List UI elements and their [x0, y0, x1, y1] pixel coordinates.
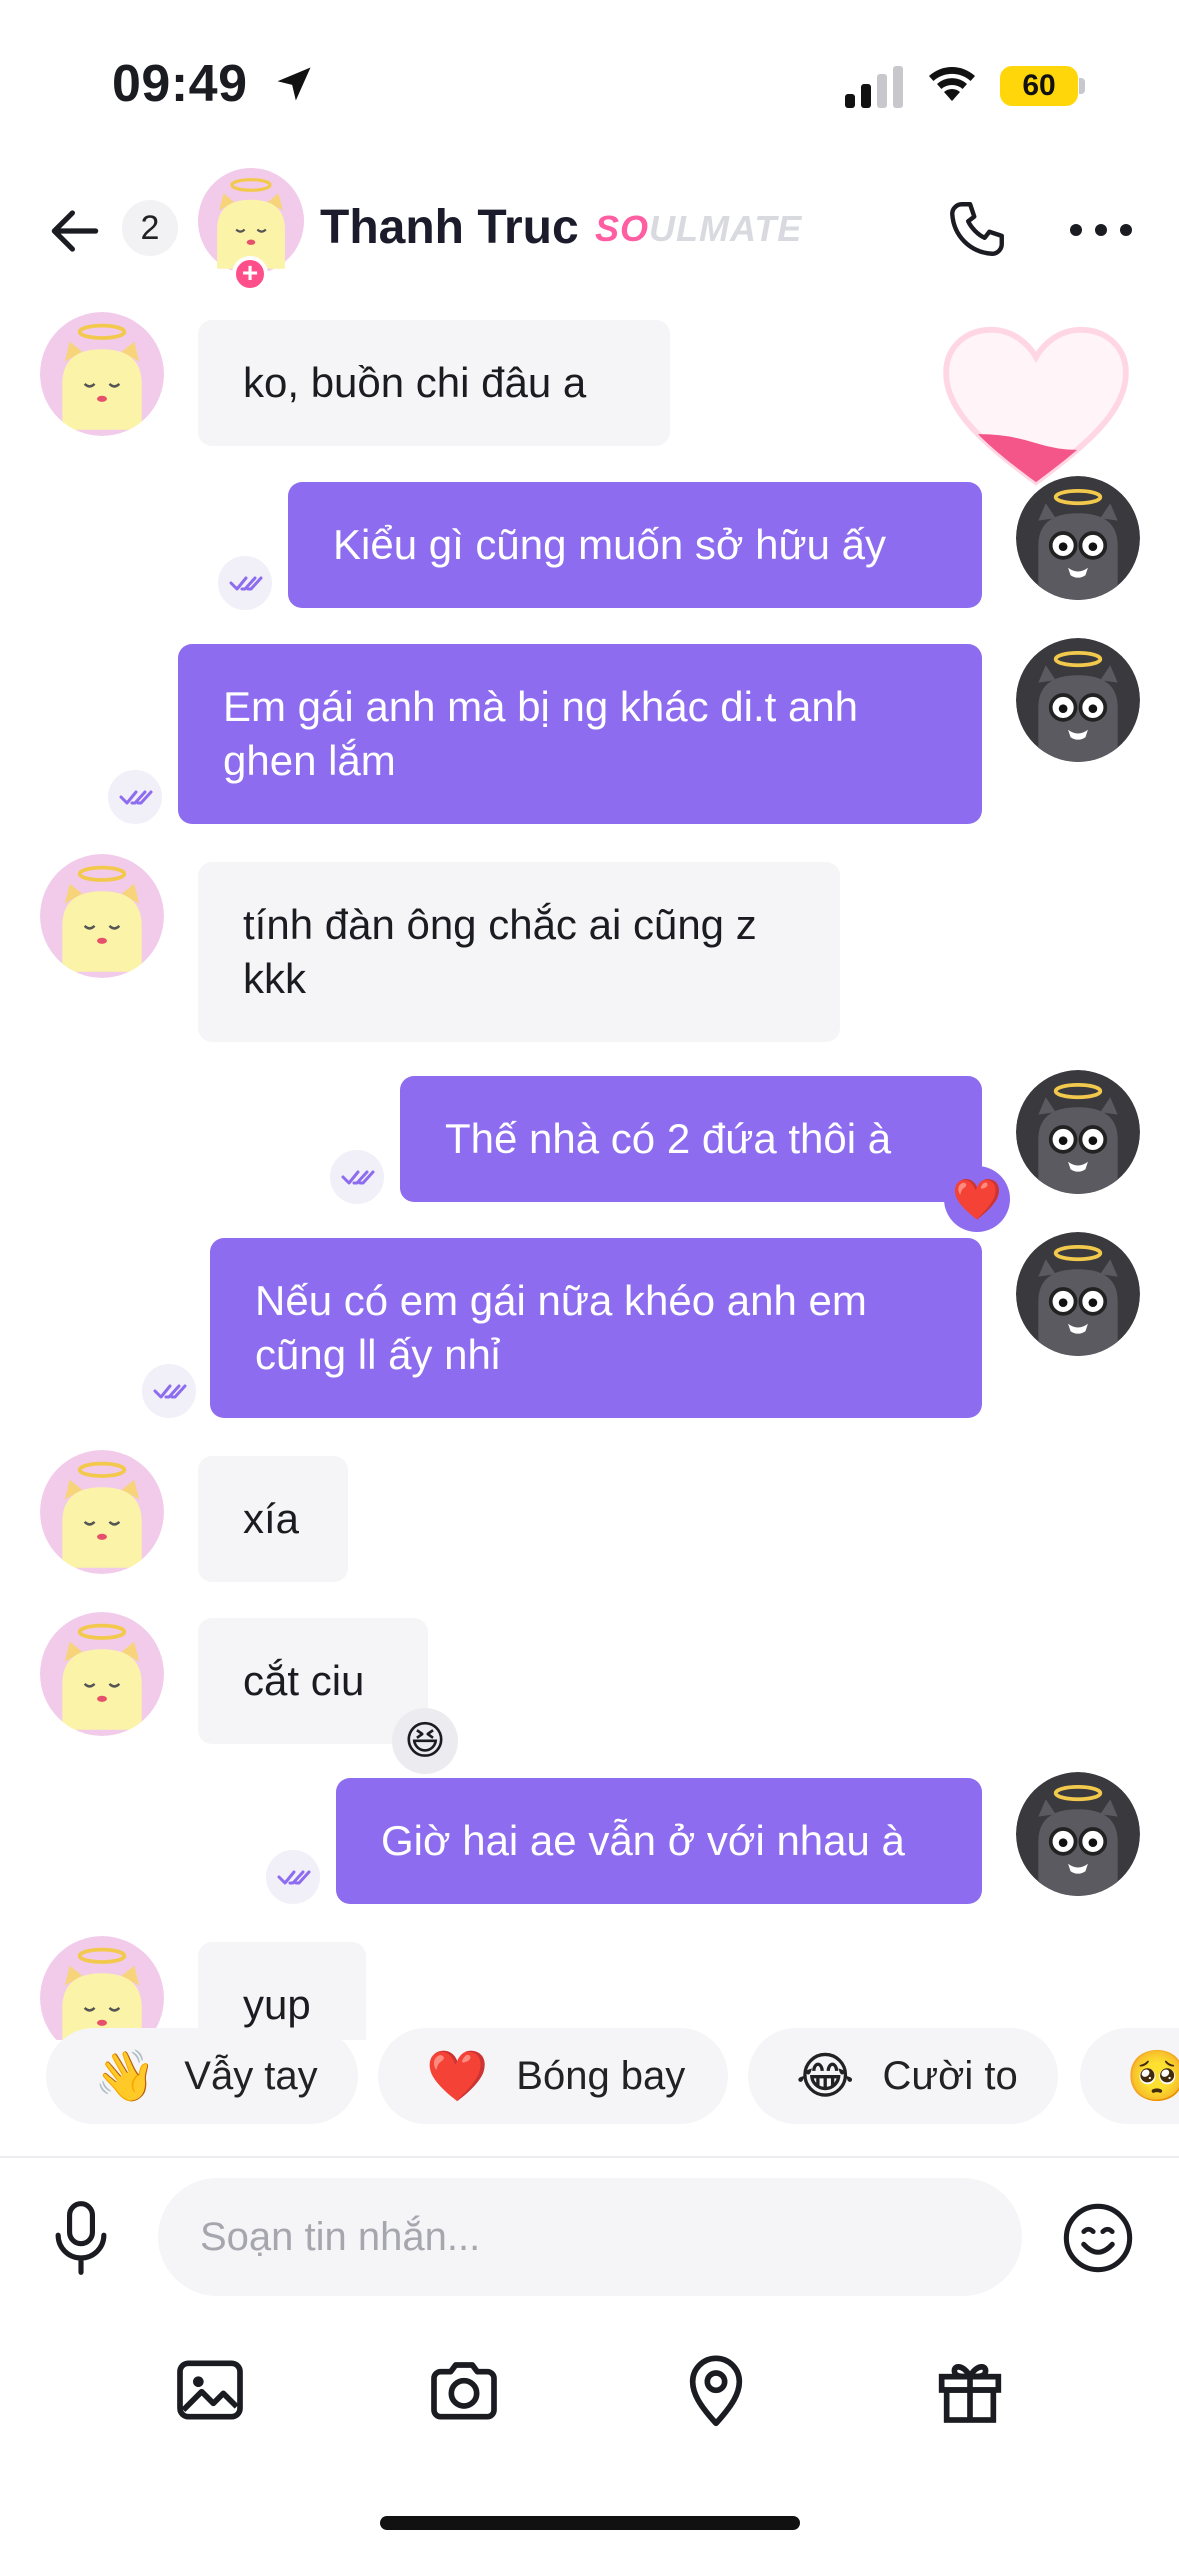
camera-icon[interactable] [424, 2350, 504, 2430]
message-text: Em gái anh mà bị ng khác di.t anh ghen l… [223, 683, 859, 784]
contact-avatar[interactable] [40, 312, 164, 436]
user-avatar[interactable] [1016, 1070, 1140, 1194]
contact-avatar[interactable] [40, 1936, 164, 2040]
more-options-icon[interactable] [1068, 210, 1134, 250]
wifi-icon [929, 67, 975, 101]
battery-level: 60 [1022, 69, 1056, 102]
read-receipt-icon [108, 770, 162, 824]
soulmate-tag: SOULMATE [595, 208, 802, 250]
quick-reaction-bar: 👋 Vẫy tay ❤️ Bóng bay 😂 Cười to 🥺 [0, 2028, 1179, 2128]
message-text: Giờ hai ae vẫn ở với nhau à [381, 1817, 905, 1864]
composer-divider [0, 2156, 1179, 2158]
contact-name[interactable]: Thanh Truc [320, 200, 579, 255]
message-bubble-outgoing[interactable]: Kiểu gì cũng muốn sở hữu ấy [288, 482, 982, 608]
unread-count-badge[interactable]: 2 [122, 200, 178, 256]
user-avatar[interactable] [1016, 638, 1140, 762]
add-friend-icon[interactable]: + [232, 256, 268, 292]
soulmate-tag-prefix: SO [595, 208, 650, 249]
message-text: ko, buồn chi đâu a [243, 359, 587, 406]
quick-reaction-label: Cười to [882, 2053, 1018, 2098]
contact-avatar[interactable] [40, 854, 164, 978]
contact-avatar[interactable] [40, 1450, 164, 1574]
read-receipt-icon [142, 1364, 196, 1418]
heart-decoration-icon[interactable] [938, 322, 1134, 490]
signal-icon [845, 66, 903, 108]
contact-avatar[interactable] [40, 1612, 164, 1736]
quick-reaction-label: Vẫy tay [184, 2053, 318, 2098]
battery-tip [1079, 78, 1085, 94]
message-input[interactable] [158, 2178, 1022, 2296]
location-arrow-icon [277, 67, 311, 101]
message-bubble-outgoing[interactable]: Nếu có em gái nữa khéo anh em cũng ll ấy… [210, 1238, 982, 1418]
gift-icon[interactable] [930, 2350, 1010, 2430]
home-indicator [380, 2516, 800, 2530]
message-bubble-incoming[interactable]: xía [198, 1456, 348, 1582]
laughing-face-icon: 😂 [796, 2048, 855, 2104]
read-receipt-icon [330, 1150, 384, 1204]
read-receipt-icon [266, 1850, 320, 1904]
message-list[interactable]: ko, buồn chi đâu a Kiểu gì cũng muốn sở … [0, 300, 1179, 2040]
message-reaction-heart[interactable]: ❤️ [944, 1166, 1010, 1232]
message-bubble-incoming[interactable]: cắt ciu [198, 1618, 428, 1744]
back-arrow-icon[interactable] [44, 200, 106, 262]
message-bubble-outgoing[interactable]: Em gái anh mà bị ng khác di.t anh ghen l… [178, 644, 982, 824]
quick-reaction-laugh[interactable]: 😂 Cười to [748, 2028, 1058, 2124]
image-icon[interactable] [170, 2350, 250, 2430]
status-time: 09:49 [112, 55, 248, 113]
message-bubble-incoming[interactable]: ko, buồn chi đâu a [198, 320, 670, 446]
microphone-icon[interactable] [46, 2198, 116, 2278]
quick-reaction-balloon[interactable]: ❤️ Bóng bay [378, 2028, 728, 2124]
message-reaction-laugh[interactable]: 😆 [392, 1708, 458, 1774]
pleading-face-icon: 🥺 [1126, 2047, 1179, 2104]
heart-icon: ❤️ [426, 2047, 489, 2104]
quick-reaction-wave[interactable]: 👋 Vẫy tay [46, 2028, 358, 2124]
message-text: cắt ciu [243, 1657, 365, 1704]
message-text: yup [243, 1981, 311, 2028]
location-icon[interactable] [676, 2350, 756, 2430]
message-text: Thế nhà có 2 đứa thôi à [445, 1115, 892, 1162]
message-bubble-incoming[interactable]: yup [198, 1942, 366, 2040]
emoji-picker-icon[interactable] [1060, 2200, 1136, 2276]
wave-icon: 👋 [94, 2047, 157, 2104]
message-text: Nếu có em gái nữa khéo anh em cũng ll ấy… [255, 1277, 867, 1378]
message-text: xía [243, 1495, 300, 1542]
message-text: Kiểu gì cũng muốn sở hữu ấy [333, 521, 886, 568]
user-avatar[interactable] [1016, 1772, 1140, 1896]
status-bar: 09:49 60 [0, 0, 1179, 170]
quick-reaction-label: Bóng bay [516, 2053, 686, 2098]
phone-icon[interactable] [944, 196, 1010, 262]
message-text: tính đàn ông chắc ai cũng z kkk [243, 901, 757, 1002]
message-bubble-incoming[interactable]: tính đàn ông chắc ai cũng z kkk [198, 862, 840, 1042]
user-avatar[interactable] [1016, 476, 1140, 600]
message-bubble-outgoing[interactable]: Thế nhà có 2 đứa thôi à [400, 1076, 982, 1202]
soulmate-tag-suffix: ULMATE [649, 208, 803, 249]
user-avatar[interactable] [1016, 1232, 1140, 1356]
message-bubble-outgoing[interactable]: Giờ hai ae vẫn ở với nhau à [336, 1778, 982, 1904]
read-receipt-icon [218, 556, 272, 610]
quick-reaction-pleading[interactable]: 🥺 [1080, 2028, 1179, 2124]
